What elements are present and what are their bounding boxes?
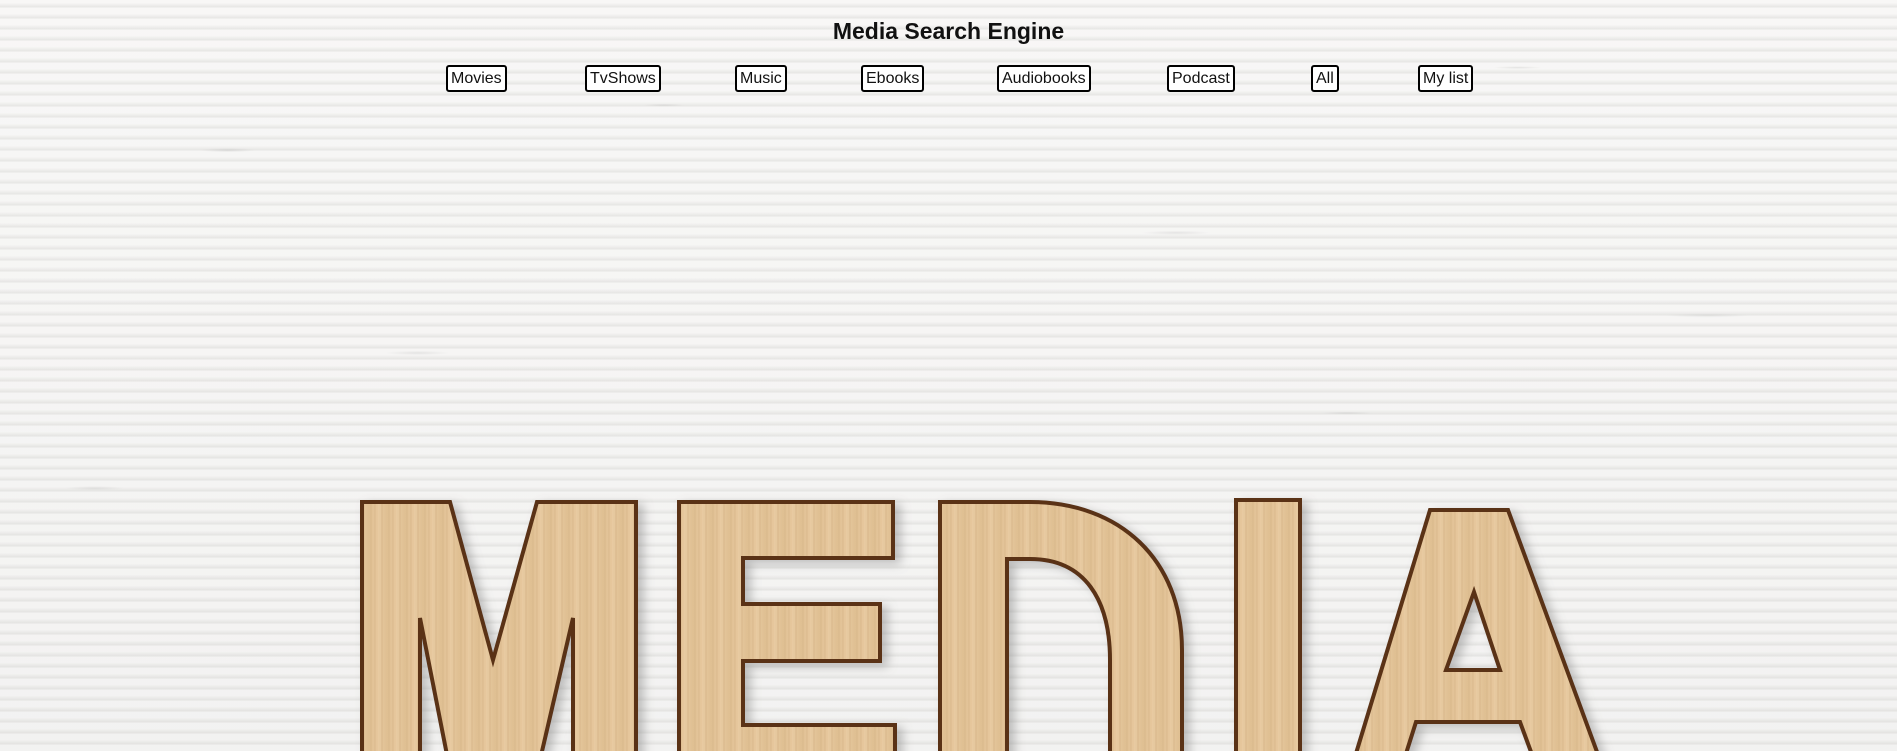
- letter-e-shape: [677, 500, 897, 751]
- letter-i-shape: [1234, 498, 1302, 751]
- nav-button-ebooks[interactable]: Ebooks: [861, 65, 925, 92]
- letter-m-shape: [360, 500, 638, 751]
- letter-a-shape: [1354, 508, 1599, 751]
- page-title: Media Search Engine: [832, 18, 1065, 44]
- nav-button-my-list[interactable]: My list: [1418, 65, 1474, 92]
- media-wooden-letters: [360, 498, 1599, 751]
- hero-background-image: [360, 498, 1599, 751]
- nav-button-music[interactable]: Music: [735, 65, 787, 92]
- nav-button-audiobooks[interactable]: Audiobooks: [997, 65, 1091, 92]
- nav-button-all[interactable]: All: [1311, 65, 1339, 92]
- nav-button-podcast[interactable]: Podcast: [1167, 65, 1235, 92]
- letter-d-shape: [938, 500, 1184, 751]
- nav-button-movies[interactable]: Movies: [446, 65, 507, 92]
- nav-button-tvshows[interactable]: TvShows: [585, 65, 661, 92]
